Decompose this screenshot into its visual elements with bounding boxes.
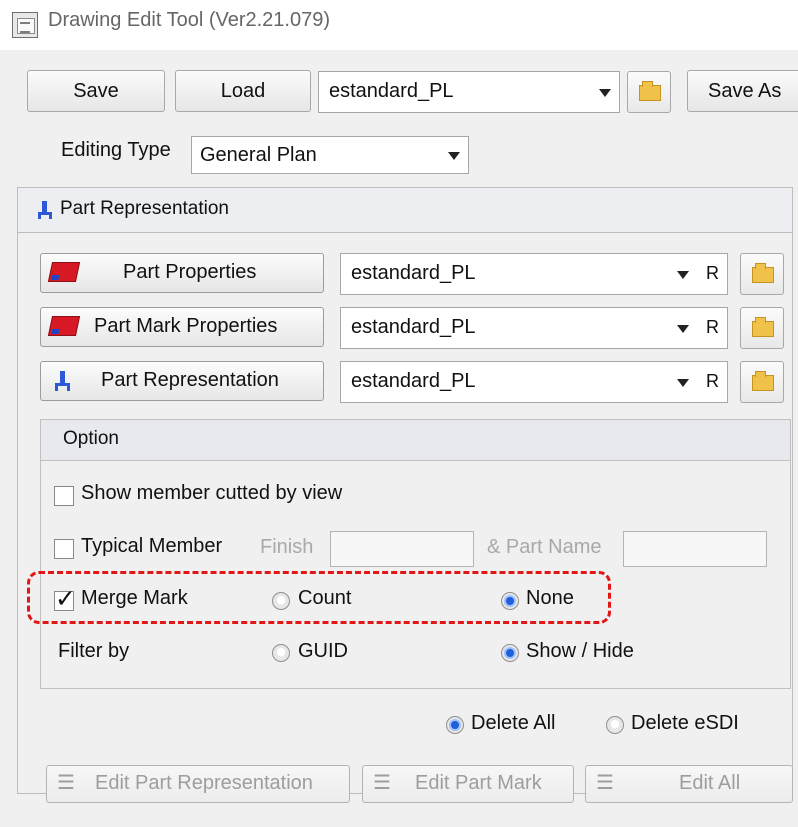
delete-all-radio[interactable] xyxy=(446,716,464,734)
part-mark-properties-combobox[interactable]: estandard_PL R xyxy=(340,307,728,349)
edit-part-mark-label: Edit Part Mark xyxy=(415,772,542,794)
delete-esdi-label: Delete eSDI xyxy=(631,712,739,734)
panel-title: Part Representation xyxy=(60,198,229,219)
save-button[interactable]: Save xyxy=(27,70,165,112)
read-flag: R xyxy=(706,317,719,337)
part-properties-label: Part Properties xyxy=(123,261,257,283)
edit-part-mark-button[interactable]: ☰ Edit Part Mark xyxy=(362,765,574,803)
part-mark-properties-label: Part Mark Properties xyxy=(94,315,278,337)
chevron-down-icon xyxy=(448,152,460,160)
filter-by-label: Filter by xyxy=(58,640,130,662)
editing-type-value: General Plan xyxy=(200,144,317,166)
app-icon xyxy=(12,12,38,38)
save-as-button[interactable]: Save As xyxy=(687,70,798,112)
part-representation-icon xyxy=(38,201,52,219)
part-representation-folder-button[interactable] xyxy=(740,361,784,403)
edit-part-representation-button[interactable]: ☰ Edit Part Representation xyxy=(46,765,350,803)
part-mark-properties-button[interactable]: Part Mark Properties xyxy=(40,307,324,347)
show-hide-radio[interactable] xyxy=(501,644,519,662)
show-member-checkbox[interactable] xyxy=(54,486,74,506)
open-folder-button[interactable] xyxy=(627,71,671,113)
part-representation-value: estandard_PL xyxy=(351,370,476,392)
delete-all-label: Delete All xyxy=(471,712,556,734)
editing-type-combobox[interactable]: General Plan xyxy=(191,136,469,174)
show-hide-label: Show / Hide xyxy=(526,640,634,662)
part-properties-value: estandard_PL xyxy=(351,262,476,284)
typical-member-label: Typical Member xyxy=(81,535,223,557)
finish-input[interactable] xyxy=(330,531,474,567)
part-name-input[interactable] xyxy=(623,531,767,567)
part-mark-properties-value: estandard_PL xyxy=(351,316,476,338)
preset-combobox[interactable]: estandard_PL xyxy=(318,71,620,113)
edit-action-icon: ☰ xyxy=(373,772,391,794)
title-bar: Drawing Edit Tool (Ver2.21.079) xyxy=(0,0,798,50)
chevron-down-icon xyxy=(677,271,689,279)
chevron-down-icon xyxy=(599,89,611,97)
option-title: Option xyxy=(63,428,119,449)
delete-esdi-radio[interactable] xyxy=(606,716,624,734)
folder-icon xyxy=(639,81,661,101)
finish-label: Finish xyxy=(260,536,314,558)
part-mark-properties-folder-button[interactable] xyxy=(740,307,784,349)
red-part-icon xyxy=(47,316,81,336)
preset-combobox-value: estandard_PL xyxy=(329,80,454,102)
part-representation-combobox[interactable]: estandard_PL R xyxy=(340,361,728,403)
read-flag: R xyxy=(706,371,719,391)
folder-icon xyxy=(752,317,774,337)
option-header xyxy=(40,419,791,461)
folder-icon xyxy=(752,371,774,391)
part-properties-combobox[interactable]: estandard_PL R xyxy=(340,253,728,295)
chevron-down-icon xyxy=(677,325,689,333)
read-flag: R xyxy=(706,263,719,283)
part-representation-button[interactable]: Part Representation xyxy=(40,361,324,401)
edit-action-icon: ☰ xyxy=(596,772,614,794)
edit-all-button[interactable]: ☰ Edit All xyxy=(585,765,793,803)
edit-part-representation-label: Edit Part Representation xyxy=(95,772,313,794)
edit-all-label: Edit All xyxy=(679,772,741,794)
blue-part-icon xyxy=(55,371,70,391)
folder-icon xyxy=(752,263,774,283)
edit-action-icon: ☰ xyxy=(57,772,75,794)
part-name-label: & Part Name xyxy=(487,536,602,558)
guid-radio[interactable] xyxy=(272,644,290,662)
window-title: Drawing Edit Tool (Ver2.21.079) xyxy=(48,9,331,31)
chevron-down-icon xyxy=(677,379,689,387)
show-member-label: Show member cutted by view xyxy=(81,482,343,504)
part-representation-label: Part Representation xyxy=(101,369,279,391)
red-part-icon xyxy=(47,262,81,282)
guid-label: GUID xyxy=(298,640,348,662)
typical-member-checkbox[interactable] xyxy=(54,539,74,559)
part-properties-button[interactable]: Part Properties xyxy=(40,253,324,293)
merge-mark-highlight xyxy=(27,571,611,624)
editing-type-label: Editing Type xyxy=(61,139,171,161)
part-properties-folder-button[interactable] xyxy=(740,253,784,295)
load-button[interactable]: Load xyxy=(175,70,311,112)
